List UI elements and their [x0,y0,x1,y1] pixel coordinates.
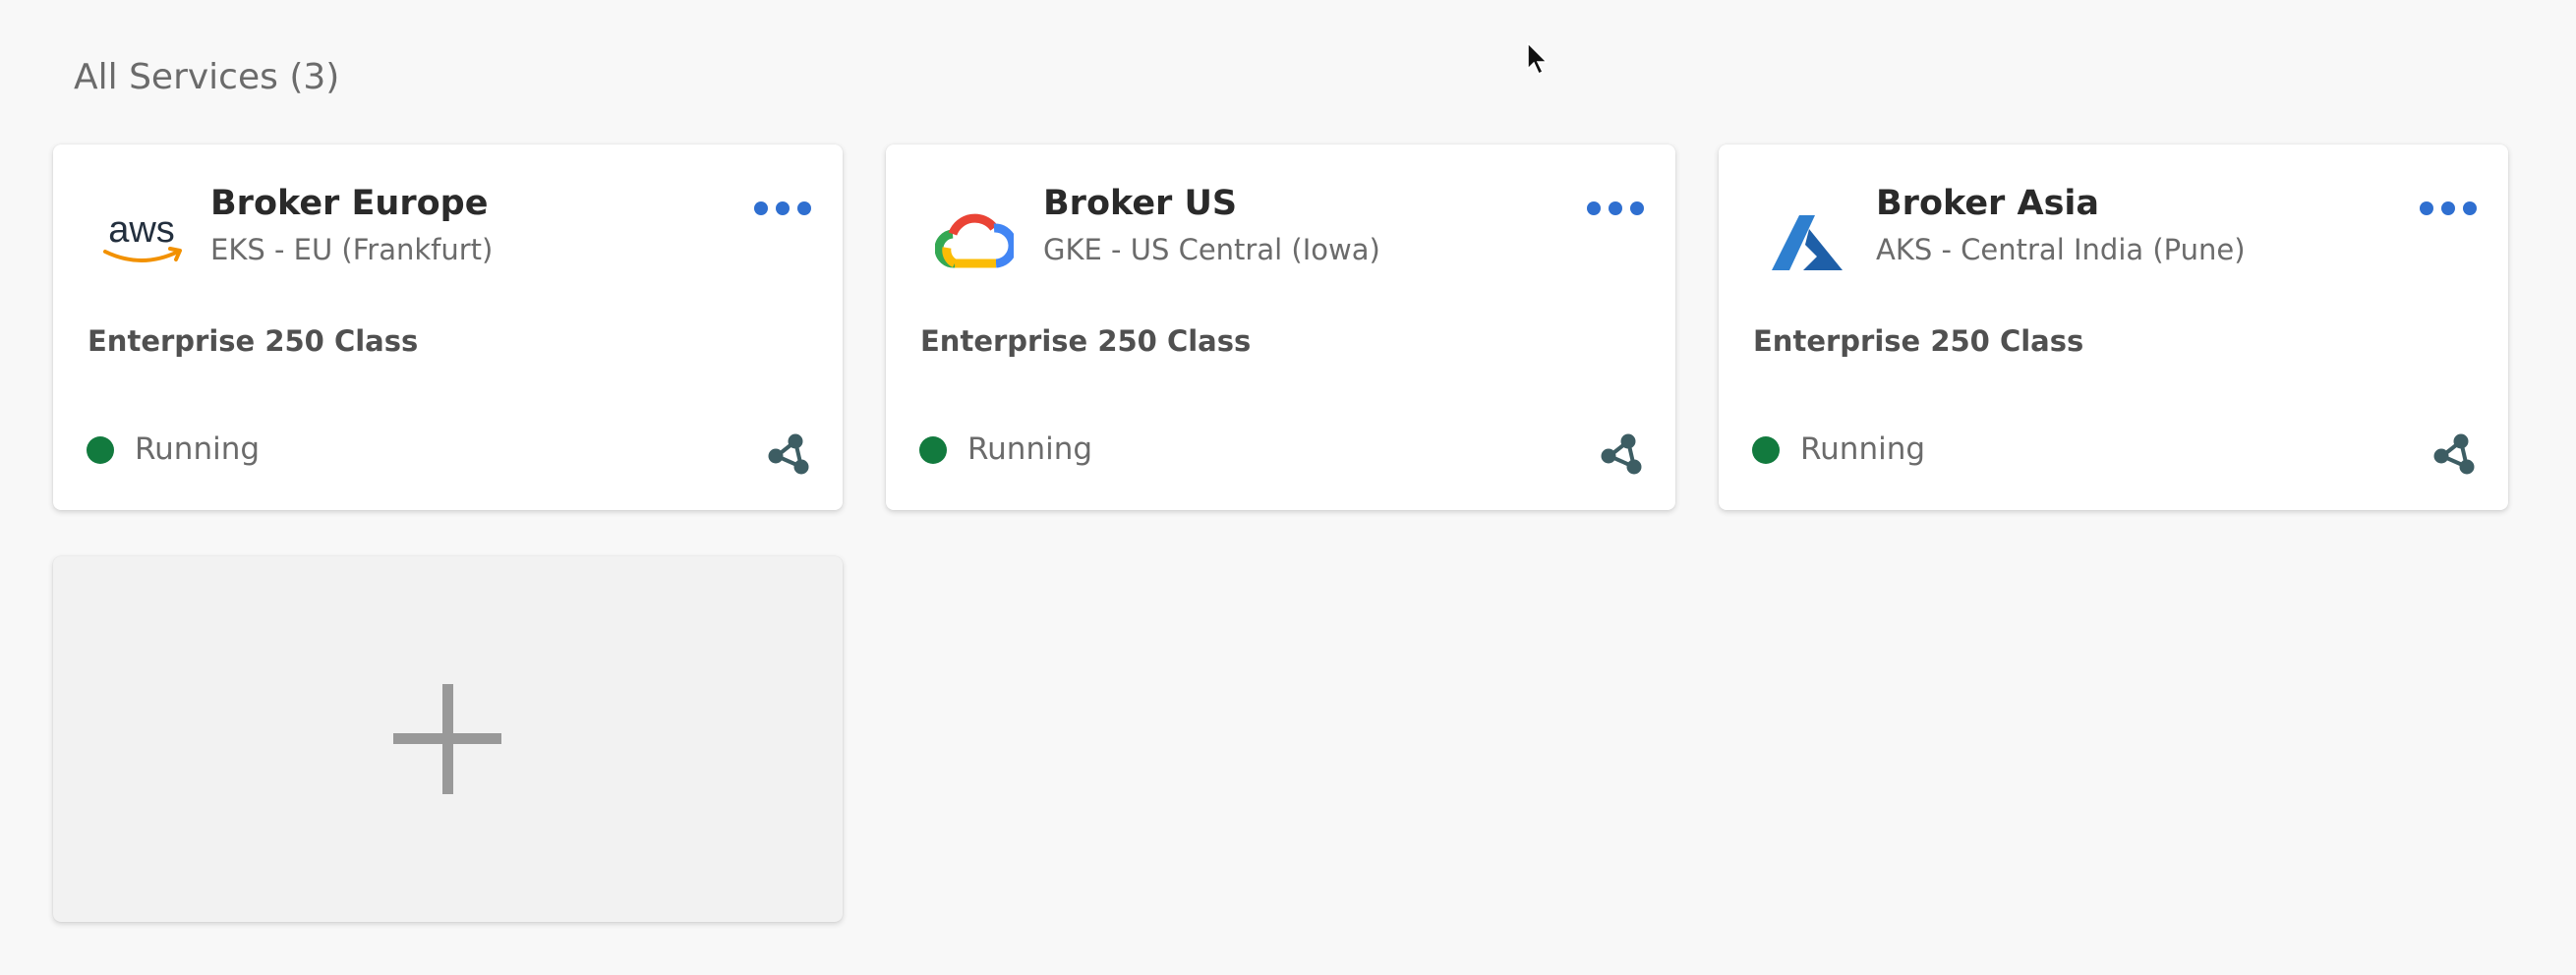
dot-icon [1630,201,1644,215]
service-name: Broker Asia [1876,184,2100,223]
svg-text:aws: aws [108,209,175,251]
service-region: AKS - Central India (Pune) [1876,233,2246,266]
mouse-cursor-icon [1527,41,1549,76]
status-label: Running [1800,431,1926,467]
dot-icon [2420,201,2433,215]
service-name: Broker Europe [210,184,489,223]
status-indicator-icon [1752,436,1780,464]
status-label: Running [135,431,261,467]
service-card-broker-asia[interactable]: Broker Asia AKS - Central India (Pune) E… [1719,144,2508,510]
dot-icon [754,201,768,215]
dot-icon [776,201,790,215]
service-plan: Enterprise 250 Class [88,324,419,358]
connect-share-icon[interactable] [2431,431,2477,477]
service-name: Broker US [1043,184,1238,223]
status-label: Running [967,431,1093,467]
service-card-broker-us[interactable]: Broker US GKE - US Central (Iowa) Enterp… [886,144,1675,510]
add-service-button[interactable] [53,556,843,922]
connect-share-icon[interactable] [1599,431,1644,477]
more-options-button[interactable] [754,198,811,219]
dot-icon [1587,201,1601,215]
aws-logo: aws [92,194,191,292]
more-options-button[interactable] [2420,198,2477,219]
dot-icon [797,201,811,215]
connect-share-icon[interactable] [766,431,811,477]
service-card-broker-europe[interactable]: aws Broker Europe EKS - EU (Frankfurt) E… [53,144,843,510]
azure-logo [1758,194,1856,292]
service-region: GKE - US Central (Iowa) [1043,233,1380,266]
service-region: EKS - EU (Frankfurt) [210,233,494,266]
more-options-button[interactable] [1587,198,1644,219]
service-plan: Enterprise 250 Class [920,324,1252,358]
dot-icon [2463,201,2477,215]
dot-icon [2441,201,2455,215]
dot-icon [1609,201,1622,215]
status-indicator-icon [87,436,114,464]
page-title: All Services (3) [74,57,340,97]
status-indicator-icon [919,436,947,464]
google-cloud-logo [925,194,1024,292]
service-plan: Enterprise 250 Class [1753,324,2084,358]
